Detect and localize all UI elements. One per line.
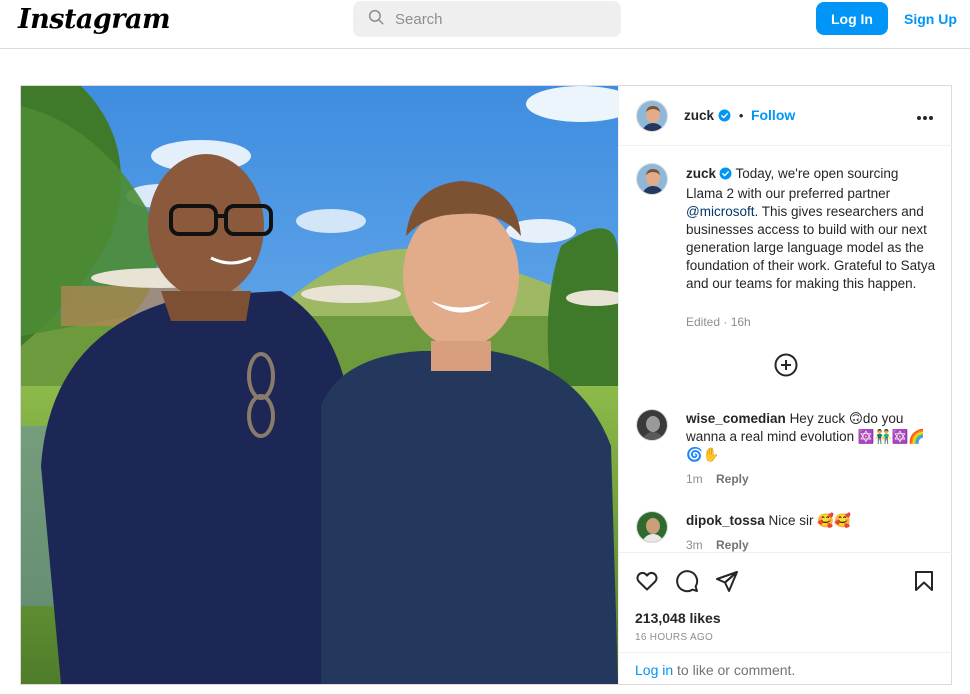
caption-time: Edited · 16h [686, 315, 751, 329]
post-timestamp: 16 HOURS AGO [635, 632, 714, 643]
comment-meta: 3m Reply [686, 538, 749, 552]
login-link[interactable]: Log in [635, 662, 673, 678]
comment-avatar[interactable] [636, 511, 668, 543]
log-in-button[interactable]: Log In [816, 2, 888, 35]
post-card: zuck • Follow zuck Today, we're open sou… [20, 85, 952, 685]
comment-username[interactable]: wise_comedian [686, 411, 786, 426]
top-navigation: Instagram Log In Sign Up [0, 0, 970, 49]
comment-text: Nice sir 🥰🥰 [768, 513, 851, 528]
comment-time: 1m [686, 472, 703, 486]
instagram-logo[interactable]: Instagram [18, 4, 171, 35]
verified-icon [718, 109, 731, 127]
sign-up-link[interactable]: Sign Up [904, 11, 957, 27]
post-header: zuck • Follow [619, 86, 952, 146]
comment-meta: 1m Reply [686, 472, 749, 486]
more-icon[interactable] [916, 108, 934, 126]
list-item: dipok_tossa Nice sir 🥰🥰 [686, 512, 936, 530]
post-side-panel: zuck • Follow zuck Today, we're open sou… [618, 86, 952, 684]
caption: zuck Today, we're open sourcing Llama 2 … [686, 165, 936, 293]
caption-text-start: Today, we're open sourcing Llama 2 with … [686, 166, 899, 201]
comment-icon[interactable] [675, 569, 699, 598]
caption-username[interactable]: zuck [686, 166, 716, 181]
heart-icon[interactable] [635, 569, 659, 598]
bookmark-icon[interactable] [912, 569, 936, 598]
comment-username[interactable]: dipok_tossa [686, 513, 765, 528]
author-username[interactable]: zuck [684, 108, 714, 123]
share-icon[interactable] [715, 569, 739, 598]
comment-time: 3m [686, 538, 703, 552]
list-item: wise_comedian Hey zuck 🙃do you wanna a r… [686, 410, 936, 464]
caption-avatar[interactable] [636, 163, 668, 195]
reply-button[interactable]: Reply [716, 538, 749, 552]
comment-avatar[interactable] [636, 409, 668, 441]
separator-dot: • [738, 108, 744, 123]
author-avatar[interactable] [636, 100, 668, 132]
add-comments-icon[interactable] [774, 353, 798, 382]
search-box[interactable] [353, 1, 621, 37]
post-actions: 213,048 likes 16 HOURS AGO Log in to lik… [619, 552, 952, 684]
likes-count[interactable]: 213,048 likes [635, 610, 721, 626]
search-icon [367, 8, 385, 31]
follow-button[interactable]: Follow [751, 107, 795, 123]
verified-icon [719, 167, 732, 185]
post-photo[interactable] [21, 86, 618, 684]
mention-link[interactable]: @microsoft [686, 204, 754, 219]
search-input[interactable] [395, 10, 595, 28]
reply-button[interactable]: Reply [716, 472, 749, 486]
comments-area[interactable]: zuck Today, we're open sourcing Llama 2 … [619, 147, 952, 552]
login-prompt: Log in to like or comment. [619, 652, 952, 685]
login-prompt-text: to like or comment. [673, 662, 796, 678]
